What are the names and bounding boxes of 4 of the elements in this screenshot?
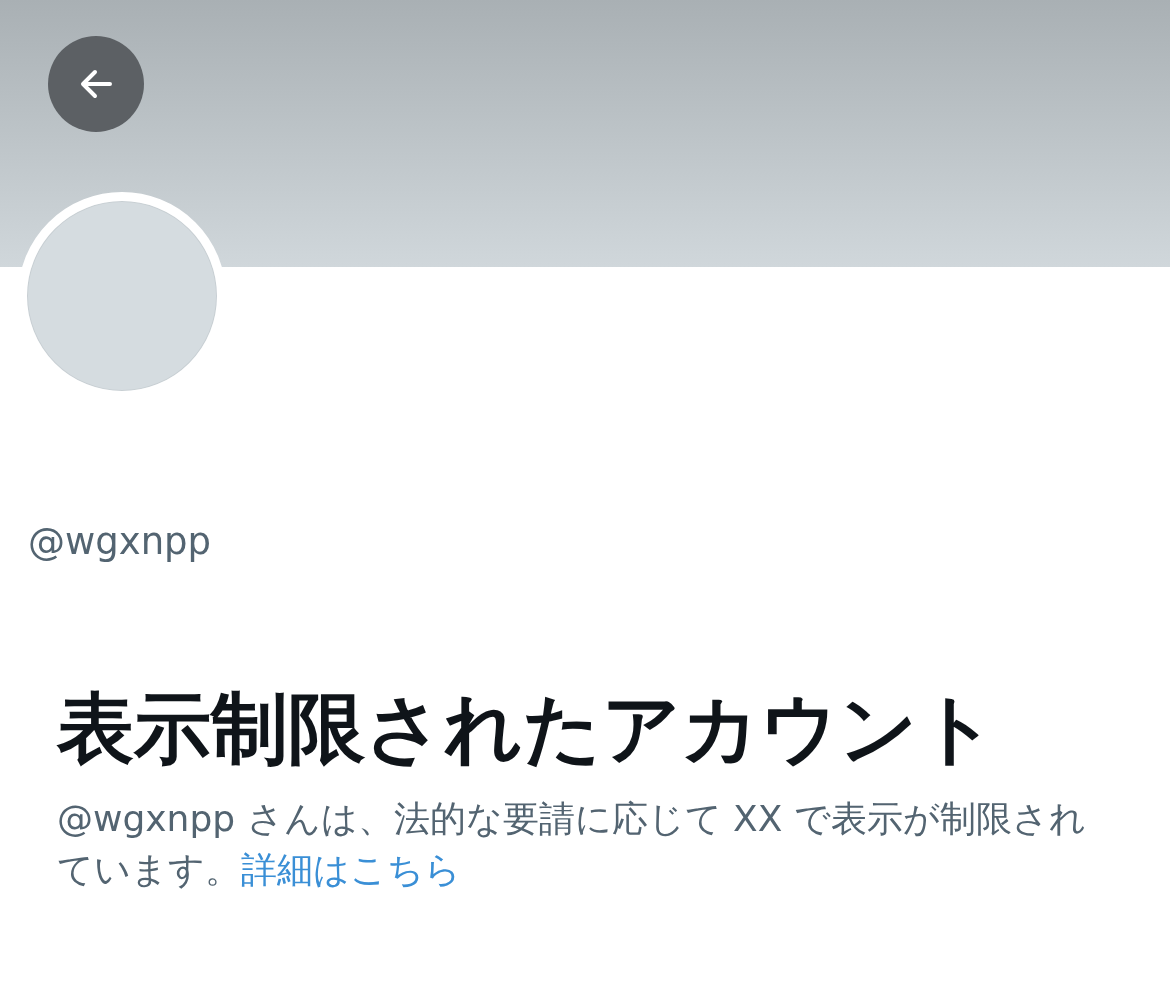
notice-text: @wgxnpp さんは、法的な要請に応じて XX で表示が制限されています。詳細はこちら — [57, 797, 1087, 893]
notice-title: 表示制限されたアカウント — [57, 683, 997, 775]
learn-more-link[interactable]: 詳細はこちら — [241, 849, 461, 891]
profile-handle: @wgxnpp — [28, 520, 212, 563]
